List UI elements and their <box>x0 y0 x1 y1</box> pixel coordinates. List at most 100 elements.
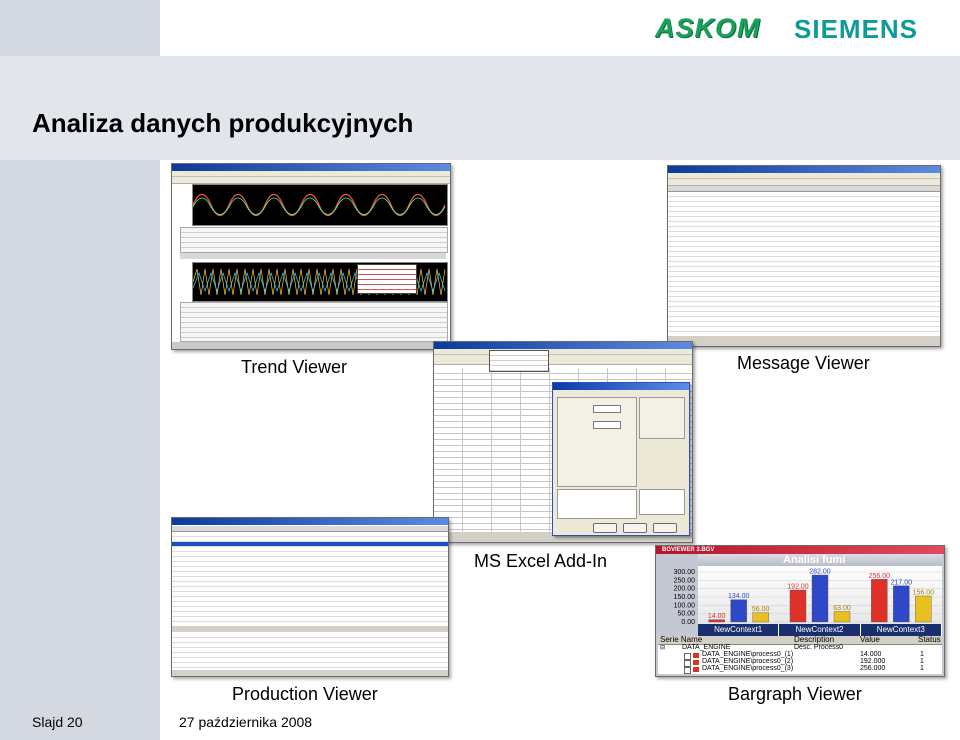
window-titlebar <box>434 342 692 349</box>
y-tick-label: 50.00 <box>677 611 695 618</box>
header-description[interactable]: Description <box>794 635 834 644</box>
table-row[interactable]: DATA_ENGINE\process0_(3) 256.000 1 <box>658 665 942 674</box>
caption-production-viewer: Production Viewer <box>232 684 378 704</box>
trend-viewer-screenshot <box>171 163 451 350</box>
caption-excel-addin: MS Excel Add-In <box>474 551 608 571</box>
bargraph-viewer-screenshot: BGVIEWER 3.BGV Analisi fumi 14.00 134.00 5… <box>655 545 945 677</box>
trend-plot-top-svg <box>193 193 446 217</box>
excel-context-menu <box>489 350 549 372</box>
production-viewer-screenshot <box>171 517 449 677</box>
trend-value-popup <box>357 264 417 294</box>
bar-newcontext2-s2[interactable] <box>811 574 829 623</box>
caption-trend-viewer: Trend Viewer <box>241 357 348 377</box>
selected-row <box>172 542 448 546</box>
read-from-processor-dialog <box>552 382 690 536</box>
y-tick-label: 200.00 <box>674 586 696 593</box>
bar-value-label: 256.00 <box>869 573 891 580</box>
bar-value-label: 192.00 <box>787 584 809 591</box>
bar-newcontext1-s3[interactable] <box>752 612 769 623</box>
dialog-attributes-box <box>557 489 637 519</box>
window-titlebar <box>668 166 940 173</box>
dialog-button-ok[interactable] <box>593 523 617 533</box>
bargraph-window-titlebar: BGVIEWER 3.BGV <box>656 546 944 554</box>
toolbar <box>434 355 692 365</box>
y-tick-label: 100.00 <box>674 602 696 609</box>
dialog-input-2 <box>593 421 621 429</box>
serie-status: 1 <box>920 651 924 658</box>
trend-strip <box>180 253 446 259</box>
bar-value-label: 282.00 <box>809 569 831 576</box>
header-value[interactable]: Value <box>860 635 880 644</box>
bar-newcontext3-s3[interactable] <box>915 595 932 623</box>
production-tabs <box>172 626 448 632</box>
expand-icon[interactable]: ⊟ <box>660 645 665 652</box>
bargraph-plot-area: 14.00 134.00 56.00 192.00 282.00 63.00 256.00 2… <box>698 566 942 624</box>
table-row[interactable]: DATA_ENGINE\process0_(1) 14.000 1 <box>658 651 942 660</box>
bargraph-chart-title: Analisi fumi <box>783 554 846 566</box>
y-tick-label: 150.00 <box>674 594 696 601</box>
serie-description: Desc. Process0 <box>794 644 844 651</box>
slide-date: 27 października 2008 <box>179 714 313 730</box>
bar-newcontext1-s2[interactable] <box>730 599 747 623</box>
page-title: Analiza danych produkcyjnych <box>32 108 414 138</box>
bar-value-label: 217.00 <box>891 579 913 586</box>
serie-value: 256.000 <box>860 665 886 672</box>
serie-color-red <box>693 660 699 665</box>
slide-number: Slajd 20 <box>32 714 83 730</box>
header-status[interactable]: Status <box>918 635 941 644</box>
serie-name: DATA_ENGINE <box>682 644 731 651</box>
trend-plot-top <box>192 184 448 226</box>
serie-status: 1 <box>920 665 924 672</box>
checkbox-icon[interactable] <box>684 667 691 674</box>
bar-newcontext3-s1[interactable] <box>871 579 888 623</box>
caption-bargraph-viewer: Bargraph Viewer <box>728 684 862 704</box>
bar-value-label: 14.00 <box>708 613 726 620</box>
y-tick-label: 0.00 <box>681 619 695 626</box>
y-tick-label: 300.00 <box>674 569 696 576</box>
dialog-fields-box <box>639 489 685 515</box>
bar-value-label: 63.00 <box>833 605 851 612</box>
trend-table-top <box>180 227 448 253</box>
header-serie-name[interactable]: Serie Name <box>660 635 702 644</box>
bargraph-serie-list: Serie Name Description Value Status ⊟ DA… <box>658 635 942 674</box>
serie-color-red <box>693 653 699 658</box>
toolbar <box>668 179 940 186</box>
bargraph-svg: 14.00 134.0056.00 192.00 282.00 63.00 256.002… <box>698 569 942 623</box>
bargraph-window-title: BGVIEWER 3.BGV <box>662 547 715 553</box>
serie-color-red <box>693 667 699 672</box>
serie-value: 192.000 <box>860 658 886 665</box>
dialog-button-help[interactable] <box>653 523 677 533</box>
bar-value-label: 56.00 <box>752 606 770 613</box>
table-row[interactable]: ⊟ DATA_ENGINE Desc. Process0 <box>658 644 942 652</box>
bar-newcontext3-s2[interactable] <box>893 585 910 623</box>
message-table-rows <box>668 192 940 332</box>
bar-value-label: 134.00 <box>728 593 750 600</box>
siemens-logo: SIEMENS <box>794 14 919 44</box>
serie-name: DATA_ENGINE\process0_(3) <box>702 665 794 672</box>
table-row[interactable]: DATA_ENGINE\process0_(2) 192.000 1 <box>658 658 942 667</box>
caption-message-viewer: Message Viewer <box>737 353 870 373</box>
excel-addin-screenshot <box>433 341 693 543</box>
production-detail-rows <box>172 633 448 669</box>
bargraph-y-axis: 300.00250.00 200.00150.00100.00 50.000.00 <box>674 569 696 626</box>
bar-newcontext2-s1[interactable] <box>789 589 807 623</box>
serie-value: 14.000 <box>860 651 882 658</box>
serie-name: DATA_ENGINE\process0_(1) <box>702 651 794 658</box>
sine-trace-red <box>193 193 446 217</box>
serie-status: 1 <box>920 658 924 665</box>
askom-logo: ASKOM <box>655 13 761 43</box>
dialog-button-cancel[interactable] <box>623 523 647 533</box>
window-titlebar <box>172 164 450 171</box>
window-titlebar <box>172 518 448 525</box>
message-viewer-screenshot <box>667 165 941 347</box>
tab-newcontext1[interactable]: NewContext1 <box>698 624 780 636</box>
y-tick-label: 250.00 <box>674 577 696 584</box>
bar-newcontext2-s3[interactable] <box>833 611 851 623</box>
trend-statusbar <box>172 342 450 349</box>
message-statusbar <box>668 336 940 346</box>
serie-name: DATA_ENGINE\process0_(2) <box>702 658 794 665</box>
production-statusbar <box>172 670 448 676</box>
dialog-direction-box <box>639 397 685 439</box>
dialog-titlebar <box>553 383 689 390</box>
toolbar <box>172 177 450 184</box>
